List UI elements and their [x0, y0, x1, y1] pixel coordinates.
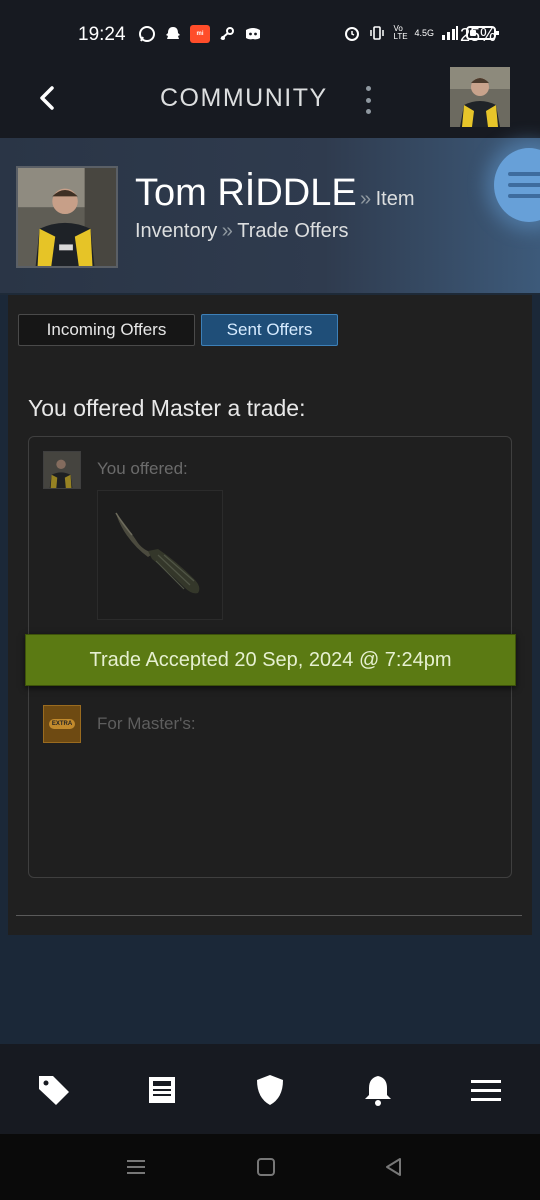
- more-options-icon[interactable]: [364, 86, 372, 114]
- whatsapp-icon: [138, 25, 156, 43]
- signal-icon: [442, 26, 458, 40]
- battery-percent: 25%: [460, 25, 497, 45]
- user-avatar[interactable]: [450, 67, 510, 127]
- news-icon[interactable]: [144, 1072, 180, 1108]
- tab-sent-offers[interactable]: Sent Offers: [201, 314, 338, 346]
- breadcrumb-trade-offers[interactable]: Trade Offers: [237, 220, 348, 242]
- mi-badge-text: mi: [196, 31, 204, 37]
- menu-fab-button[interactable]: [494, 148, 540, 222]
- you-offered-label: You offered:: [97, 459, 188, 478]
- for-partner-label: For Master's:: [97, 714, 196, 733]
- alarm-icon: [345, 27, 360, 41]
- breadcrumb: » Item: [360, 188, 414, 211]
- status-time: 19:24: [78, 24, 126, 45]
- back-nav-icon[interactable]: [383, 1156, 405, 1178]
- bottom-nav: [0, 1044, 540, 1134]
- app-header: COMMUNITY: [0, 67, 540, 138]
- profile-name: Tom RİDDLE: [135, 172, 357, 214]
- network-label: 4.5G: [414, 28, 434, 38]
- partner-avatar-text: EXTRA: [48, 719, 76, 729]
- breadcrumb-separator: »: [360, 188, 372, 210]
- trade-offers-panel: Incoming Offers Sent Offers You offered …: [8, 295, 532, 935]
- home-icon[interactable]: [255, 1156, 277, 1178]
- offered-item-slot[interactable]: [97, 490, 223, 620]
- page-title: COMMUNITY: [160, 84, 328, 112]
- volte-label: Vo LTE: [393, 24, 408, 41]
- breadcrumb-item[interactable]: Item: [376, 188, 415, 210]
- breadcrumb-inventory[interactable]: Inventory: [135, 220, 217, 242]
- bell-icon[interactable]: [360, 1072, 396, 1108]
- system-nav-bar: [0, 1134, 540, 1200]
- vibrate-icon: [370, 26, 385, 40]
- status-bar: 19:24 mi Vo LTE 4.5G 25%: [0, 0, 540, 72]
- profile-banner: Tom RİDDLE » Item Inventory » Trade Offe…: [0, 138, 540, 295]
- notification-icons: mi: [138, 25, 262, 43]
- menu-icon[interactable]: [468, 1072, 504, 1108]
- snapchat-icon: [164, 25, 182, 43]
- trade-accepted-banner: Trade Accepted 20 Sep, 2024 @ 7:24pm: [25, 634, 516, 686]
- steam-icon: [218, 25, 236, 43]
- breadcrumb-line-2: Inventory » Trade Offers: [135, 220, 348, 243]
- discord-icon: [244, 25, 262, 43]
- mi-app-icon: mi: [190, 25, 210, 43]
- tag-icon[interactable]: [36, 1072, 72, 1108]
- offer-heading: You offered Master a trade:: [28, 395, 306, 421]
- knife-item-icon: [115, 512, 200, 594]
- recents-icon[interactable]: [125, 1156, 147, 1178]
- divider: [16, 915, 522, 916]
- partner-avatar-small: EXTRA: [43, 705, 81, 743]
- profile-avatar[interactable]: [16, 166, 118, 268]
- my-avatar-small: [43, 451, 81, 489]
- tab-incoming-offers[interactable]: Incoming Offers: [18, 314, 195, 346]
- back-arrow-icon[interactable]: [30, 80, 66, 116]
- breadcrumb-separator: »: [221, 220, 233, 242]
- shield-icon[interactable]: [252, 1072, 288, 1108]
